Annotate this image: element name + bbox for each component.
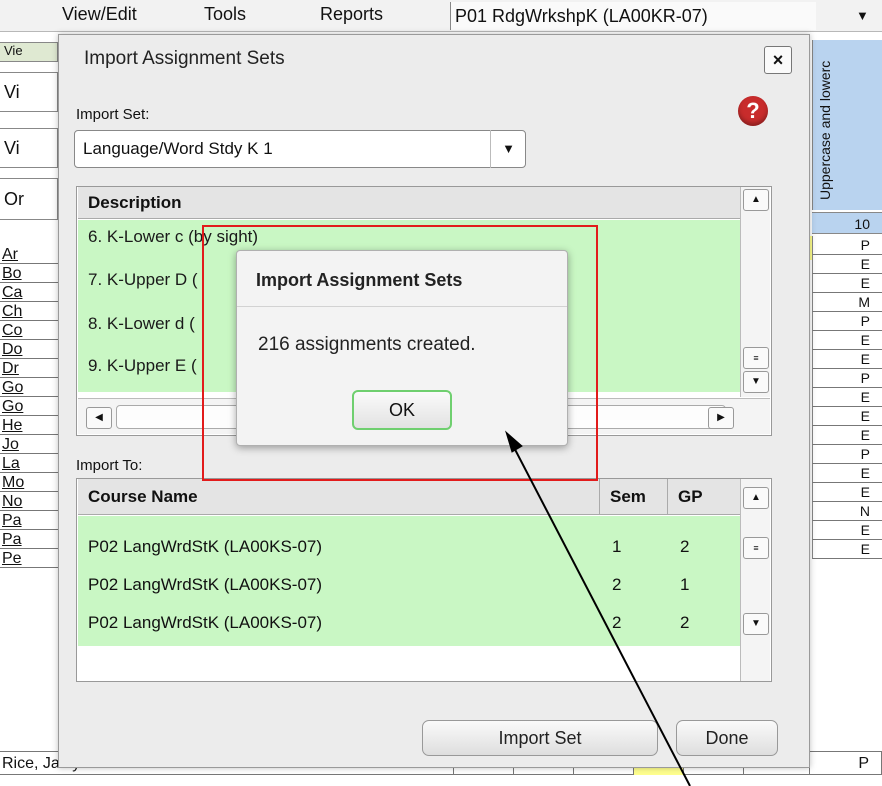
grade-cell[interactable]: P bbox=[812, 312, 882, 331]
grade-cell[interactable]: E bbox=[812, 350, 882, 369]
course-name-cell: P02 LangWrdStK (LA00KS-07) bbox=[88, 575, 323, 594]
grade-cell[interactable]: P bbox=[812, 369, 882, 388]
column-header-sem[interactable]: Sem bbox=[600, 479, 668, 515]
student-name-link[interactable]: Pa bbox=[0, 530, 58, 549]
background-side-field: Vi bbox=[0, 72, 58, 112]
import-set-button[interactable]: Import Set bbox=[422, 720, 658, 756]
sem-cell: 2 bbox=[612, 575, 622, 594]
scroll-down-icon[interactable]: ▼ bbox=[743, 371, 769, 393]
grade-cell[interactable]: E bbox=[812, 540, 882, 559]
close-icon[interactable]: × bbox=[764, 46, 792, 74]
gp-cell: 2 bbox=[680, 537, 690, 556]
grade-cell[interactable]: E bbox=[812, 426, 882, 445]
description-header[interactable]: Description bbox=[78, 187, 740, 219]
sem-cell: 1 bbox=[612, 537, 622, 556]
grade-cell[interactable]: P bbox=[812, 445, 882, 464]
gp-cell: 1 bbox=[680, 575, 690, 594]
help-icon[interactable]: ? bbox=[738, 96, 768, 126]
grade-cell[interactable]: E bbox=[812, 464, 882, 483]
course-name-cell: P02 LangWrdStK (LA00KS-07) bbox=[88, 613, 323, 632]
dialog-title: Import Assignment Sets bbox=[84, 48, 285, 69]
scroll-up-icon[interactable]: ▲ bbox=[743, 487, 769, 509]
student-name-link[interactable]: Go bbox=[0, 378, 58, 397]
course-name-cell: P02 LangWrdStK (LA00KS-07) bbox=[88, 537, 323, 556]
student-name-link[interactable]: Mo bbox=[0, 473, 58, 492]
student-name-link[interactable]: Jo bbox=[0, 435, 58, 454]
course-list-header: Course Name Sem GP bbox=[78, 479, 740, 515]
scroll-right-icon[interactable]: ▶ bbox=[708, 407, 734, 429]
grade-cell[interactable]: E bbox=[812, 255, 882, 274]
menu-tools[interactable]: Tools bbox=[204, 4, 246, 25]
import-set-label: Import Set: bbox=[76, 106, 150, 123]
grade-cell[interactable]: E bbox=[812, 274, 882, 293]
course-rows: P02 LangWrdStK (LA00KS-07) 1 2 P02 LangW… bbox=[78, 516, 740, 646]
menu-view-edit[interactable]: View/Edit bbox=[62, 4, 137, 25]
scroll-down-icon[interactable]: ▼ bbox=[743, 613, 769, 635]
grade-cell[interactable]: E bbox=[812, 388, 882, 407]
import-set-select[interactable]: Language/Word Stdy K 1 bbox=[74, 130, 526, 168]
column-header-label: Uppercase and lowerc bbox=[817, 60, 833, 200]
menu-reports[interactable]: Reports bbox=[320, 4, 383, 25]
list-item[interactable]: 9. K-Upper E ( bbox=[88, 356, 197, 376]
student-name-link[interactable]: No bbox=[0, 492, 58, 511]
scroll-grip-icon[interactable]: ≡ bbox=[743, 537, 769, 559]
chevron-down-icon[interactable]: ▼ bbox=[856, 8, 869, 23]
highlight-box bbox=[202, 225, 598, 481]
description-vertical-scrollbar[interactable]: ▲ ≡ ▼ bbox=[740, 187, 770, 397]
chevron-down-icon[interactable]: ▼ bbox=[490, 130, 526, 168]
grade-cell[interactable]: E bbox=[812, 407, 882, 426]
student-name-link[interactable]: Bo bbox=[0, 264, 58, 283]
column-header-gp[interactable]: GP bbox=[668, 479, 740, 515]
student-name-link[interactable]: Do bbox=[0, 340, 58, 359]
student-name-link[interactable]: La bbox=[0, 454, 58, 473]
student-name-link[interactable]: Go bbox=[0, 397, 58, 416]
scroll-up-icon[interactable]: ▲ bbox=[743, 189, 769, 211]
background-side-field: Or bbox=[0, 178, 58, 220]
grade-cell[interactable]: P bbox=[812, 236, 882, 255]
student-name-link[interactable]: Co bbox=[0, 321, 58, 340]
table-row[interactable]: P02 LangWrdStK (LA00KS-07) 2 1 bbox=[78, 568, 740, 602]
table-row[interactable]: P02 LangWrdStK (LA00KS-07) 2 2 bbox=[78, 606, 740, 640]
course-vertical-scrollbar[interactable]: ▲ ≡ ▼ bbox=[740, 479, 770, 681]
grade-cell[interactable]: N bbox=[812, 502, 882, 521]
student-name-link[interactable]: Ca bbox=[0, 283, 58, 302]
sem-cell: 2 bbox=[612, 613, 622, 632]
import-to-label: Import To: bbox=[76, 457, 143, 474]
list-item[interactable]: 8. K-Lower d ( bbox=[88, 314, 195, 334]
column-points: 10 bbox=[812, 212, 882, 234]
student-name-link[interactable]: He bbox=[0, 416, 58, 435]
gp-cell: 2 bbox=[680, 613, 690, 632]
student-name-link[interactable]: Ar bbox=[0, 245, 58, 264]
done-button[interactable]: Done bbox=[676, 720, 778, 756]
grade-cell[interactable]: E bbox=[812, 483, 882, 502]
course-selector[interactable]: P01 RdgWrkshpK (LA00KR-07) bbox=[450, 2, 816, 30]
column-header-course-name[interactable]: Course Name bbox=[78, 479, 600, 515]
grade-cell[interactable]: P bbox=[810, 752, 882, 775]
grade-cell[interactable]: E bbox=[812, 331, 882, 350]
student-name-link[interactable]: Pa bbox=[0, 511, 58, 530]
table-row[interactable]: P02 LangWrdStK (LA00KS-07) 1 2 bbox=[78, 530, 740, 564]
background-side-field: Vie bbox=[0, 42, 58, 62]
grade-cell[interactable]: E bbox=[812, 521, 882, 540]
student-name-link[interactable]: Dr bbox=[0, 359, 58, 378]
grade-cell[interactable]: M bbox=[812, 293, 882, 312]
student-name-link[interactable]: Ch bbox=[0, 302, 58, 321]
scroll-grip-icon[interactable]: ≡ bbox=[743, 347, 769, 369]
student-name-link[interactable]: Pe bbox=[0, 549, 58, 568]
list-item[interactable]: 7. K-Upper D ( bbox=[88, 270, 198, 290]
background-side-field: Vi bbox=[0, 128, 58, 168]
scroll-left-icon[interactable]: ◀ bbox=[86, 407, 112, 429]
